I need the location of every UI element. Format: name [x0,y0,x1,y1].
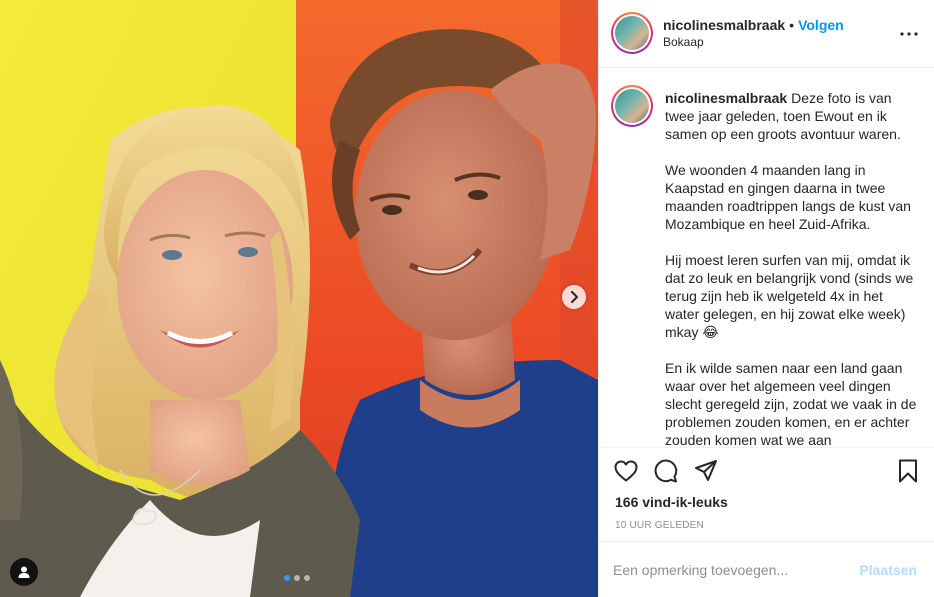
photo-image [0,0,598,597]
save-button[interactable] [895,458,921,484]
comments-section[interactable]: nicolinesmalbraak Deze foto is van twee j… [599,69,934,447]
caption-paragraph: We woonden 4 maanden lang in Kaapstad en… [665,162,911,232]
separator-dot: • [789,17,795,33]
location-link[interactable]: Bokaap [663,35,704,49]
post-photo[interactable] [0,0,598,597]
comment-button[interactable] [653,458,679,484]
bookmark-icon [899,459,917,483]
post-caption: nicolinesmalbraak Deze foto is van twee j… [665,89,917,447]
like-button[interactable] [613,458,639,484]
author-username[interactable]: nicolinesmalbraak [663,17,785,33]
speech-bubble-icon [654,459,678,483]
carousel-indicator [284,575,310,581]
carousel-dot-active [284,575,290,581]
add-comment-bar: Plaatsen [599,541,934,597]
like-count[interactable]: 166 vind-ik-leuks [615,494,728,510]
post-header: nicolinesmalbraak • Volgen Bokaap [599,0,934,68]
follow-button[interactable]: Volgen [798,17,844,33]
post-comment-button[interactable]: Plaatsen [859,562,917,578]
carousel-dot [304,575,310,581]
caption-username[interactable]: nicolinesmalbraak [665,90,787,106]
heart-icon [614,460,638,482]
caption-avatar[interactable] [611,85,653,127]
share-button[interactable] [693,458,719,484]
caption-paragraph: Hij moest leren surfen van mij, omdat ik… [665,252,914,340]
caption-paragraph: nicolinesmalbraak Deze foto is van twee j… [665,89,917,143]
chevron-right-icon [571,291,578,303]
paper-plane-icon [695,460,717,481]
carousel-dot [294,575,300,581]
next-photo-button[interactable] [562,285,586,309]
more-options-button[interactable] [897,24,921,44]
post-timestamp[interactable]: 10 UUR GELEDEN [615,520,704,531]
avatar[interactable] [611,12,653,54]
more-options-icon [900,32,918,36]
comment-input[interactable] [613,558,849,582]
user-tag-icon [18,566,30,578]
caption-paragraph: En ik wilde samen naar een land gaan waa… [665,360,917,447]
tagged-users-button[interactable] [10,558,38,586]
post-side-panel: nicolinesmalbraak • Volgen Bokaap nicoli… [598,0,934,597]
